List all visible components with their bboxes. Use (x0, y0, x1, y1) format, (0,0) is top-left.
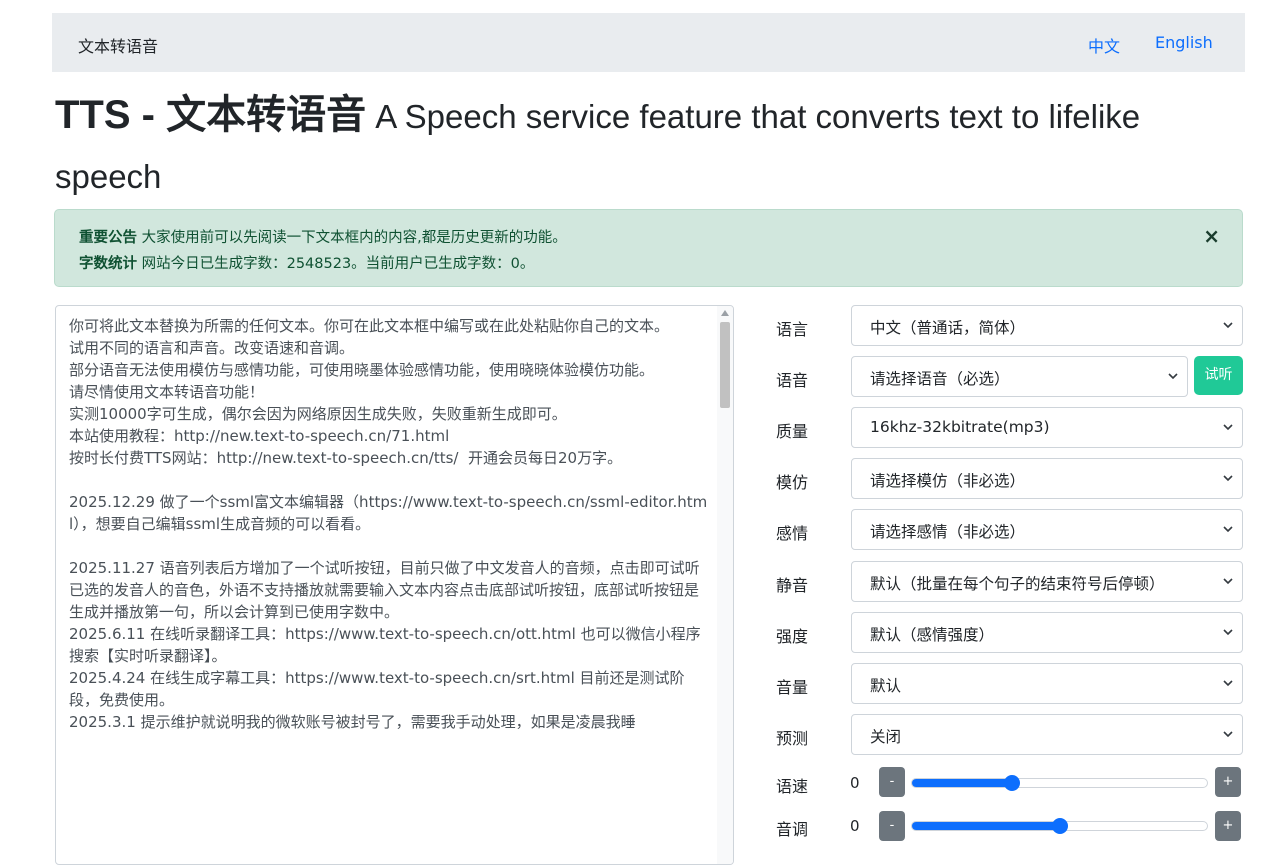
predict-select-value: 关闭 (870, 728, 902, 746)
chevron-down-icon (1223, 578, 1233, 585)
rate-slider-handle[interactable] (1004, 775, 1021, 791)
rate-value: 0 (850, 774, 860, 792)
text-input-area[interactable]: 你可将此文本替换为所需的任何文本。你可在此文本框中编写或在此处粘贴你自己的文本。… (55, 305, 734, 865)
chevron-down-icon (1223, 680, 1233, 687)
volume-select[interactable]: 默认 (851, 663, 1243, 704)
page-title-main: TTS - 文本转语音 (55, 93, 367, 137)
pitch-increase-button[interactable]: + (1215, 811, 1241, 841)
rate-increase-button[interactable]: + (1215, 767, 1241, 797)
imitate-label: 模仿 (776, 473, 809, 492)
pitch-slider-handle[interactable] (1051, 818, 1068, 834)
voice-label: 语音 (776, 371, 809, 390)
pitch-value: 0 (850, 817, 860, 835)
pitch-slider[interactable] (911, 818, 1208, 834)
rate-label: 语速 (776, 777, 809, 796)
predict-label: 预测 (776, 729, 809, 748)
nav-link-chinese[interactable]: 中文 (1088, 33, 1120, 57)
silence-select-value: 默认（批量在每个句子的结束符号后停顿） (870, 575, 1165, 593)
language-select[interactable]: 中文（普通话，简体） (851, 305, 1243, 346)
emotion-select-value: 请选择感情（非必选） (870, 523, 1026, 541)
word-count-label: 字数统计 (79, 256, 137, 272)
scroll-up-arrow-icon[interactable] (721, 310, 729, 316)
nav-link-english[interactable]: English (1155, 33, 1213, 52)
announcement-label: 重要公告 (79, 230, 137, 246)
emotion-label: 感情 (776, 524, 809, 543)
scroll-thumb[interactable] (720, 322, 730, 408)
rate-decrease-button[interactable]: - (879, 767, 905, 797)
navbar-brand[interactable]: 文本转语音 (78, 33, 158, 57)
language-select-value: 中文（普通话，简体） (870, 319, 1026, 337)
volume-label: 音量 (776, 678, 809, 697)
page-title: TTS - 文本转语音 A Speech service feature tha… (55, 88, 1235, 210)
predict-select[interactable]: 关闭 (851, 714, 1243, 755)
imitate-select-value: 请选择模仿（非必选） (870, 472, 1026, 490)
text-input-content[interactable]: 你可将此文本替换为所需的任何文本。你可在此文本框中编写或在此处粘贴你自己的文本。… (69, 315, 709, 733)
language-label: 语言 (776, 320, 809, 339)
silence-select[interactable]: 默认（批量在每个句子的结束符号后停顿） (851, 561, 1243, 602)
listen-button[interactable]: 试听 (1194, 356, 1243, 395)
announcement-text: 大家使用前可以先阅读一下文本框内的内容,都是历史更新的功能。 (137, 230, 567, 246)
emotion-select[interactable]: 请选择感情（非必选） (851, 509, 1243, 550)
chevron-down-icon (1168, 373, 1178, 380)
word-count-text: 网站今日已生成字数：2548523。当前用户已生成字数：0。 (137, 256, 535, 272)
notice-alert: 重要公告 大家使用前可以先阅读一下文本框内的内容,都是历史更新的功能。 字数统计… (54, 209, 1243, 287)
pitch-label: 音调 (776, 820, 809, 839)
intensity-select[interactable]: 默认（感情强度） (851, 612, 1243, 653)
quality-label: 质量 (776, 422, 809, 441)
intensity-select-value: 默认（感情强度） (870, 626, 995, 644)
chevron-down-icon (1223, 322, 1233, 329)
chevron-down-icon (1223, 731, 1233, 738)
pitch-slider-fill (912, 822, 1060, 830)
rate-slider[interactable] (911, 775, 1208, 791)
chevron-down-icon (1223, 629, 1233, 636)
quality-select-value: 16khz-32kbitrate(mp3) (870, 418, 1050, 436)
announcement-line: 重要公告 大家使用前可以先阅读一下文本框内的内容,都是历史更新的功能。 (79, 226, 567, 247)
close-icon[interactable]: × (1203, 224, 1220, 248)
voice-select-value: 请选择语音（必选） (870, 370, 1010, 388)
chevron-down-icon (1223, 424, 1233, 431)
chevron-down-icon (1223, 475, 1233, 482)
silence-label: 静音 (776, 576, 809, 595)
word-count-line: 字数统计 网站今日已生成字数：2548523。当前用户已生成字数：0。 (79, 252, 534, 273)
imitate-select[interactable]: 请选择模仿（非必选） (851, 458, 1243, 499)
pitch-decrease-button[interactable]: - (879, 811, 905, 841)
rate-slider-fill (912, 779, 1013, 787)
intensity-label: 强度 (776, 627, 809, 646)
quality-select[interactable]: 16khz-32kbitrate(mp3) (851, 407, 1243, 448)
voice-select[interactable]: 请选择语音（必选） (851, 356, 1188, 397)
chevron-down-icon (1223, 526, 1233, 533)
textarea-scrollbar[interactable] (717, 306, 733, 864)
navbar: 文本转语音 中文 English (52, 13, 1245, 72)
volume-select-value: 默认 (870, 677, 902, 695)
